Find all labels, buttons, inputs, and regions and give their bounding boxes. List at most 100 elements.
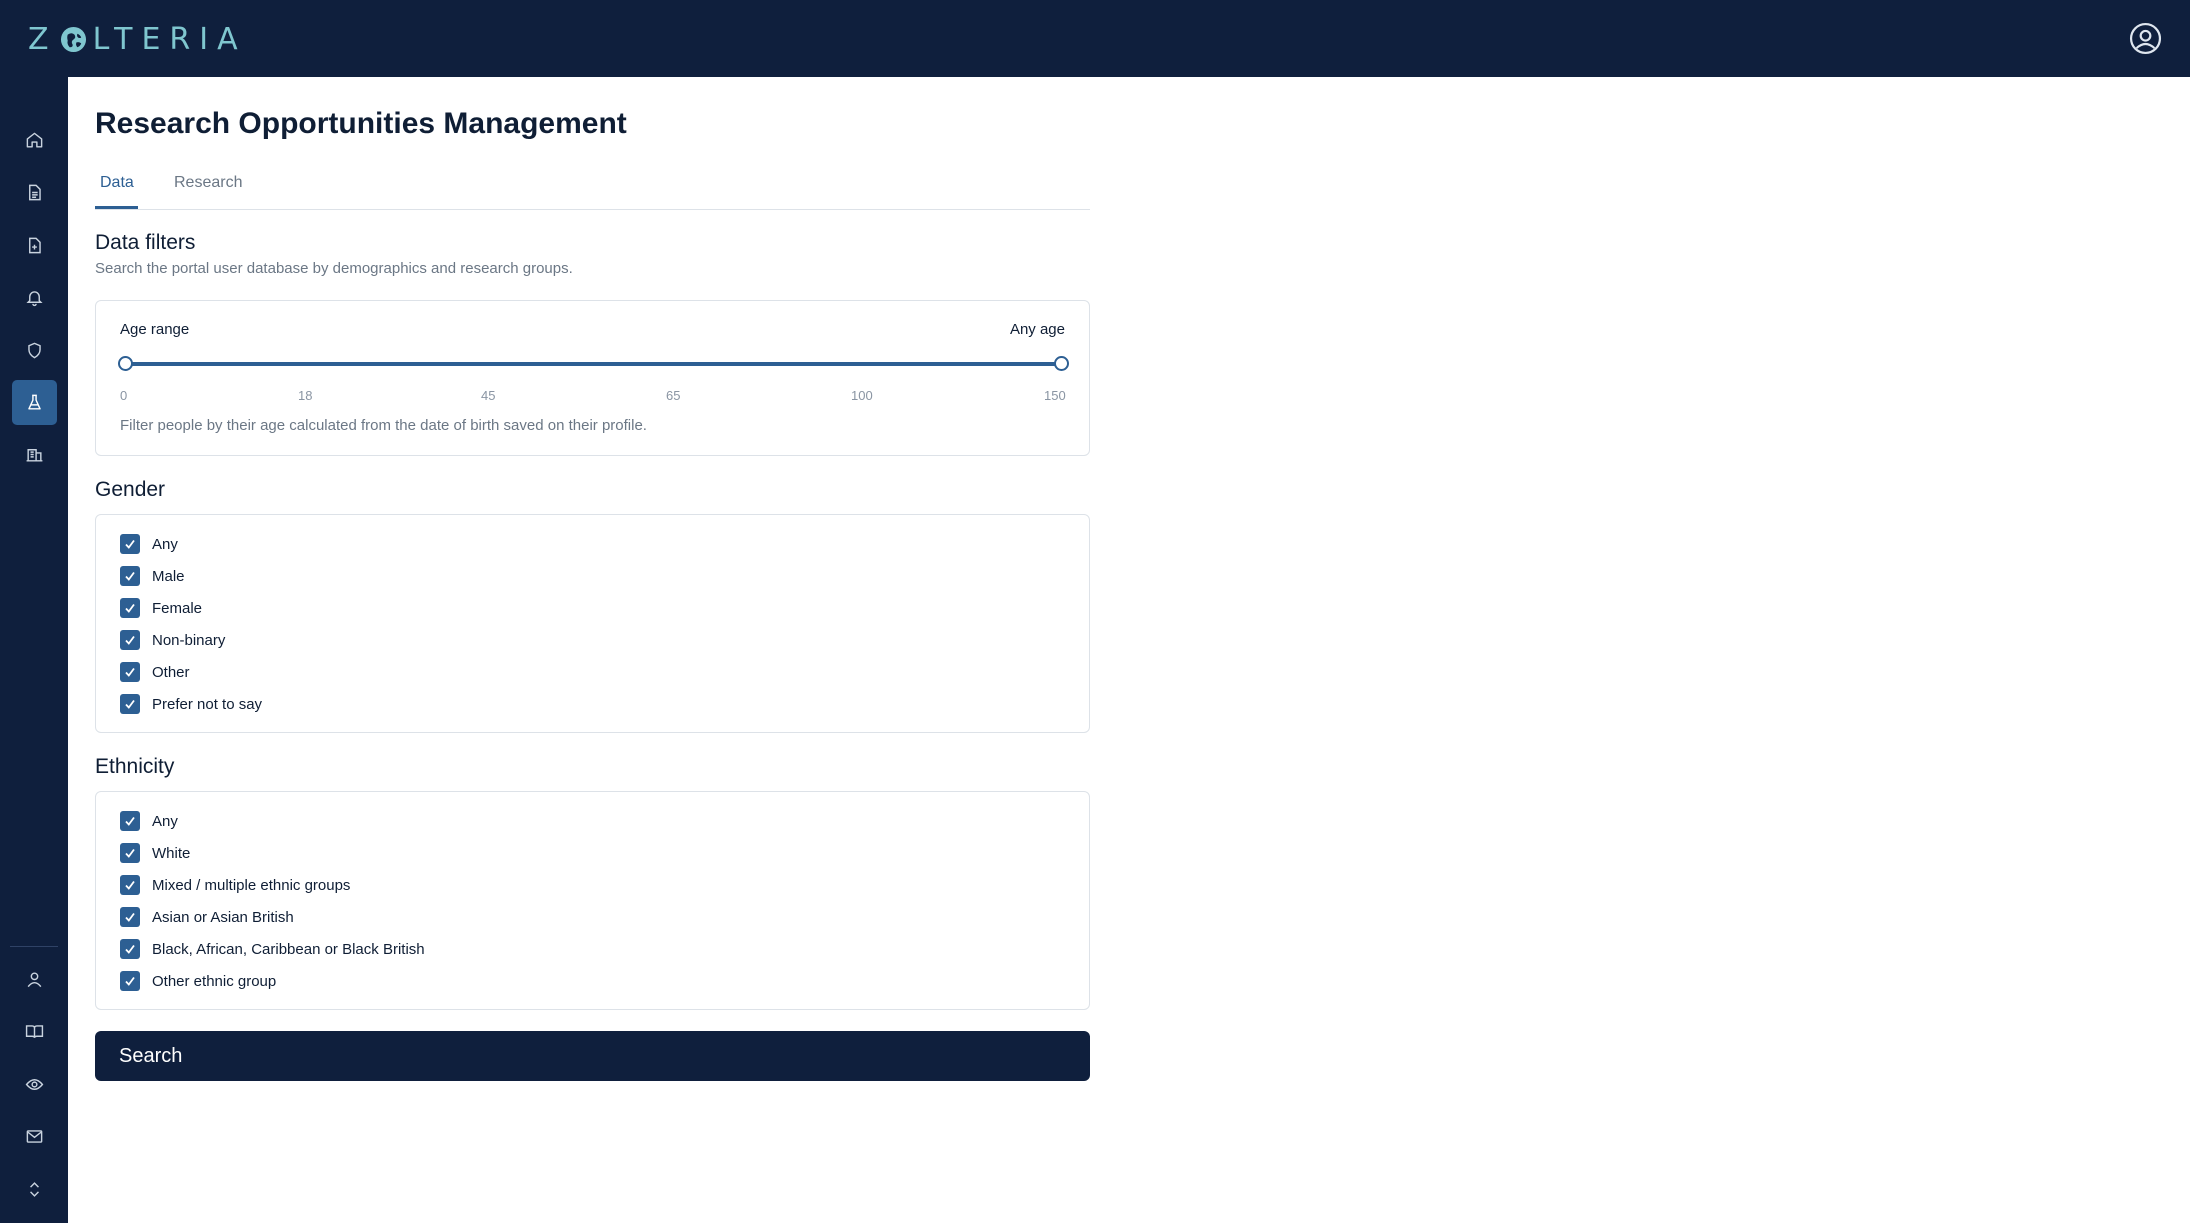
sidebar-item-documents[interactable]: [12, 170, 57, 215]
ethnicity-option-black[interactable]: Black, African, Caribbean or Black Briti…: [120, 938, 425, 960]
check-icon: [125, 944, 135, 954]
checkbox[interactable]: [120, 566, 140, 586]
ethnicity-option-any[interactable]: Any: [120, 810, 178, 832]
data-filters-title: Data filters: [95, 231, 196, 254]
age-min-handle[interactable]: [117, 356, 133, 371]
ethnicity-option-mixed[interactable]: Mixed / multiple ethnic groups: [120, 874, 350, 896]
age-max-handle[interactable]: [1053, 356, 1069, 371]
checkbox[interactable]: [120, 598, 140, 618]
ethnicity-option-label: Mixed / multiple ethnic groups: [152, 876, 351, 894]
age-range-slider-track[interactable]: [125, 362, 1061, 366]
check-icon: [125, 816, 135, 826]
sidebar-item-home[interactable]: [12, 118, 57, 163]
sidebar-item-research[interactable]: [12, 380, 57, 425]
tab-data[interactable]: Data: [100, 174, 134, 192]
ethnicity-card: Any White Mixed / multiple ethnic groups…: [95, 791, 1090, 1010]
gender-option-prefer-not-to-say[interactable]: Prefer not to say: [120, 693, 262, 715]
gender-option-male[interactable]: Male: [120, 565, 185, 587]
checkbox[interactable]: [120, 662, 140, 682]
sidebar: [0, 77, 68, 1223]
chevron-up-down-icon: [30, 1182, 39, 1197]
age-range-card: Age range Any age 0 18 45 65 100 150 Fil…: [95, 300, 1090, 456]
logo-text-left: Z: [28, 21, 58, 57]
search-button[interactable]: Search: [95, 1031, 1090, 1081]
bell-icon: [26, 291, 43, 307]
age-tick: 150: [1044, 388, 1066, 403]
checkbox[interactable]: [120, 971, 140, 991]
sidebar-item-expand[interactable]: [12, 1167, 57, 1212]
sidebar-item-profile[interactable]: [12, 957, 57, 1002]
ethnicity-option-asian[interactable]: Asian or Asian British: [120, 906, 294, 928]
main-content: Research Opportunities Management Data R…: [68, 77, 2190, 1223]
checkbox[interactable]: [120, 843, 140, 863]
checkbox[interactable]: [120, 875, 140, 895]
gender-option-female[interactable]: Female: [120, 597, 202, 619]
gender-option-label: Male: [152, 567, 185, 585]
checkbox[interactable]: [120, 534, 140, 554]
check-icon: [125, 699, 135, 709]
ethnicity-option-label: Asian or Asian British: [152, 908, 294, 926]
age-tick: 18: [298, 388, 313, 403]
check-icon: [125, 667, 135, 677]
ethnicity-option-label: Black, African, Caribbean or Black Briti…: [152, 940, 425, 958]
check-icon: [125, 848, 135, 858]
age-tick: 65: [666, 388, 681, 403]
sidebar-item-security[interactable]: [12, 328, 57, 373]
logo-text-right: LTERIA: [92, 21, 247, 57]
user-icon: [27, 972, 42, 988]
book-icon: [25, 1025, 44, 1038]
checkbox[interactable]: [120, 907, 140, 927]
check-icon: [125, 880, 135, 890]
flask-icon: [28, 394, 41, 410]
sidebar-item-new-file[interactable]: [12, 223, 57, 268]
gender-option-label: Non-binary: [152, 631, 226, 649]
age-range-help: Filter people by their age calculated fr…: [120, 417, 647, 434]
gender-option-non-binary[interactable]: Non-binary: [120, 629, 225, 651]
check-icon: [125, 539, 135, 549]
mail-icon: [26, 1130, 43, 1143]
tabs-divider: [95, 209, 1090, 210]
tab-research[interactable]: Research: [174, 174, 242, 192]
gender-option-label: Any: [152, 535, 178, 553]
file-add-icon: [29, 237, 41, 254]
check-icon: [125, 635, 135, 645]
ethnicity-option-label: Any: [152, 812, 178, 830]
check-icon: [125, 603, 135, 613]
age-tick: 45: [481, 388, 496, 403]
document-icon: [29, 184, 41, 201]
age-range-label: Age range: [120, 321, 190, 338]
sidebar-item-messages[interactable]: [12, 1114, 57, 1159]
age-range-value: Any age: [1009, 321, 1065, 338]
check-icon: [125, 571, 135, 581]
eye-icon: [25, 1079, 44, 1090]
gender-card: Any Male Female Non-binary Other Prefer …: [95, 514, 1090, 733]
checkbox[interactable]: [120, 939, 140, 959]
gender-option-label: Prefer not to say: [152, 695, 263, 713]
sidebar-item-notifications[interactable]: [12, 275, 57, 320]
account-circle-icon[interactable]: [2129, 22, 2162, 55]
ethnicity-option-label: Other ethnic group: [152, 972, 277, 990]
sidebar-divider: [10, 946, 58, 947]
gender-title: Gender: [95, 478, 166, 501]
sidebar-item-organisations[interactable]: [12, 432, 57, 477]
age-tick: 100: [851, 388, 873, 403]
ethnicity-option-other[interactable]: Other ethnic group: [120, 970, 276, 992]
checkbox[interactable]: [120, 811, 140, 831]
gender-option-any[interactable]: Any: [120, 533, 178, 555]
zolteria-logo[interactable]: Z LTERIA: [28, 18, 247, 60]
data-filters-description: Search the portal user database by demog…: [95, 260, 573, 277]
checkbox[interactable]: [120, 694, 140, 714]
shield-icon: [28, 342, 41, 359]
globe-icon: [60, 26, 86, 52]
top-bar: Z LTERIA: [0, 0, 2190, 77]
sidebar-item-guide[interactable]: [12, 1009, 57, 1054]
ethnicity-title: Ethnicity: [95, 755, 175, 778]
gender-option-other[interactable]: Other: [120, 661, 190, 683]
checkbox[interactable]: [120, 630, 140, 650]
check-icon: [125, 976, 135, 986]
ethnicity-option-white[interactable]: White: [120, 842, 190, 864]
sidebar-item-accessibility[interactable]: [12, 1062, 57, 1107]
check-icon: [125, 912, 135, 922]
gender-option-label: Other: [152, 663, 190, 681]
building-icon: [26, 449, 43, 462]
